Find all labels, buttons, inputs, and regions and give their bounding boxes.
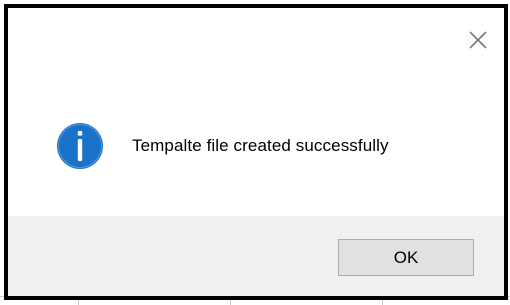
dialog-footer: OK [8,216,504,296]
dialog-message: Tempalte file created successfully [132,136,389,155]
close-button[interactable] [463,25,493,55]
close-icon [469,31,487,49]
info-icon [56,122,104,170]
message-row: Tempalte file created successfully [56,120,389,172]
message-dialog: Tempalte file created successfully OK [4,4,508,300]
ok-button[interactable]: OK [338,239,474,276]
